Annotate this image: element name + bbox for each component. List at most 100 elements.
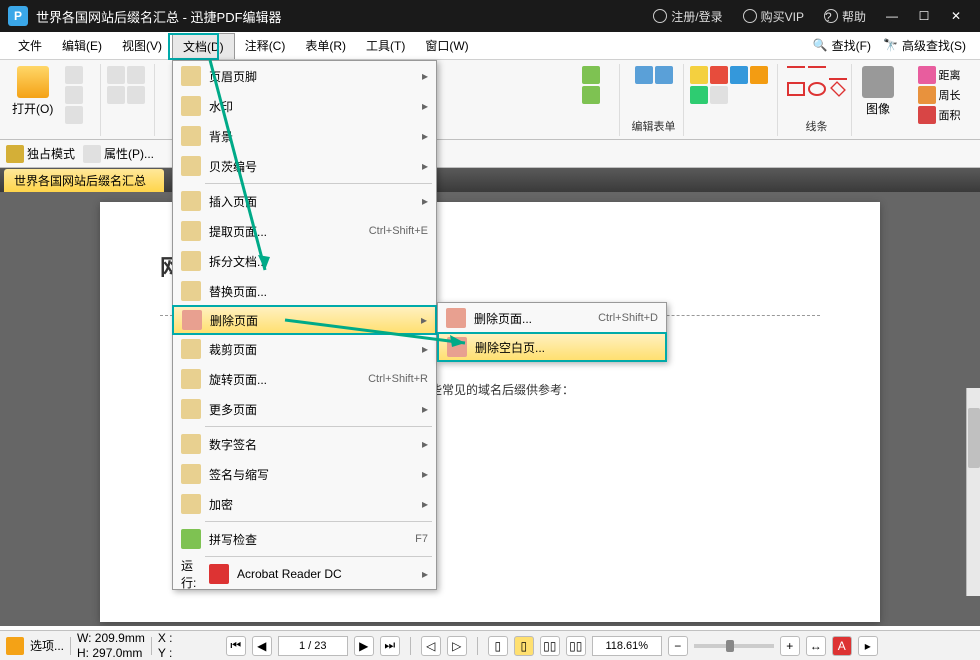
distance-icon[interactable] <box>918 66 936 84</box>
menu-separator <box>205 426 432 427</box>
menu-extract-page[interactable]: 提取页面...Ctrl+Shift+E <box>173 216 436 246</box>
menu-tool[interactable]: 工具(T) <box>356 33 415 58</box>
signature-icon <box>181 434 201 454</box>
cursor-x: X : <box>158 631 173 645</box>
fit-width-button[interactable]: ↔ <box>806 636 826 656</box>
menu-watermark[interactable]: 水印▸ <box>173 91 436 121</box>
zoom-out-icon[interactable] <box>582 86 600 104</box>
properties-button[interactable]: 属性(P)... <box>83 145 154 163</box>
menu-insert-page[interactable]: 插入页面▸ <box>173 186 436 216</box>
two-continuous-view[interactable]: ▯▯ <box>566 636 586 656</box>
zoom-in-icon[interactable] <box>582 66 600 84</box>
page-input[interactable] <box>278 636 348 656</box>
register-login-button[interactable]: 注册/登录 <box>643 0 732 32</box>
menu-digital-signature[interactable]: 数字签名▸ <box>173 429 436 459</box>
undo-icon[interactable] <box>107 66 125 84</box>
print-icon[interactable] <box>65 86 83 104</box>
first-page-button[interactable]: ⏮ <box>226 636 246 656</box>
zoom-out-button[interactable]: − <box>668 636 688 656</box>
image-edit-icon[interactable] <box>655 66 673 84</box>
callout-icon[interactable] <box>710 86 728 104</box>
prev-page-button[interactable]: ◀ <box>252 636 272 656</box>
rect-shape[interactable] <box>787 82 805 96</box>
textbox-icon[interactable] <box>690 86 708 104</box>
zoom-in-button[interactable]: + <box>780 636 800 656</box>
options-icon[interactable] <box>6 637 24 655</box>
two-page-view[interactable]: ▯▯ <box>540 636 560 656</box>
toolbar: 打开(O) 编辑表单 线条 图像 距离 <box>0 60 980 140</box>
area-icon[interactable] <box>918 106 936 124</box>
menu-bates[interactable]: 贝茨编号▸ <box>173 151 436 181</box>
email-icon[interactable] <box>65 106 83 124</box>
menu-crop-page[interactable]: 裁剪页面▸ <box>173 334 436 364</box>
menu-sign-abbrev[interactable]: 签名与缩写▸ <box>173 459 436 489</box>
menu-encrypt[interactable]: 加密▸ <box>173 489 436 519</box>
single-page-view[interactable]: ▯ <box>488 636 508 656</box>
submenu-delete-blank[interactable]: 删除空白页... <box>437 332 667 362</box>
menu-edit[interactable]: 编辑(E) <box>52 33 112 58</box>
nav-back-button[interactable]: ◁ <box>421 636 441 656</box>
toggle-button[interactable]: ▸ <box>858 636 878 656</box>
redo-icon[interactable] <box>127 66 145 84</box>
exclusive-mode-button[interactable]: 独占模式 <box>6 145 75 163</box>
buy-vip-button[interactable]: 购买VIP <box>733 0 814 32</box>
open-button[interactable]: 打开(O) <box>6 64 59 119</box>
line-shape[interactable] <box>787 66 805 80</box>
zoom-slider[interactable] <box>694 644 774 648</box>
close-button[interactable]: ✕ <box>940 0 972 32</box>
menu-background[interactable]: 背景▸ <box>173 121 436 151</box>
menu-window[interactable]: 窗口(W) <box>415 33 478 58</box>
image-button[interactable]: 图像 <box>856 64 900 119</box>
circle-shape[interactable] <box>808 82 826 96</box>
submenu-arrow-icon: ▸ <box>422 402 428 416</box>
polygon-shape[interactable] <box>830 81 846 97</box>
menu-file[interactable]: 文件 <box>8 33 52 58</box>
menu-form[interactable]: 表单(R) <box>295 33 356 58</box>
menu-rotate-page[interactable]: 旋转页面...Ctrl+Shift+R <box>173 364 436 394</box>
scrollbar-thumb[interactable] <box>968 408 980 468</box>
maximize-button[interactable]: ☐ <box>908 0 940 32</box>
minimize-button[interactable]: — <box>876 0 908 32</box>
menu-spellcheck[interactable]: 拼写检查F7 <box>173 524 436 554</box>
find-icon: 🔍 <box>813 38 829 54</box>
menu-comment[interactable]: 注释(C) <box>235 33 296 58</box>
next-page-button[interactable]: ▶ <box>354 636 374 656</box>
advanced-find-button[interactable]: 🔭高级查找(S) <box>877 35 972 56</box>
options-button[interactable]: 选项... <box>30 637 64 654</box>
menu-view[interactable]: 视图(V) <box>112 33 172 58</box>
perimeter-icon[interactable] <box>918 86 936 104</box>
save-icon[interactable] <box>65 66 83 84</box>
cut-icon[interactable] <box>107 86 125 104</box>
copy-icon[interactable] <box>127 86 145 104</box>
submenu-arrow-icon: ▸ <box>422 467 428 481</box>
strikeout-icon[interactable] <box>710 66 728 84</box>
arrow-shape[interactable] <box>808 66 826 80</box>
menu-run-acrobat[interactable]: 运行:Acrobat Reader DC▸ <box>173 559 436 589</box>
underline-icon[interactable] <box>730 66 748 84</box>
zoom-input[interactable] <box>592 636 662 656</box>
polyline-shape[interactable] <box>829 66 847 80</box>
highlight-icon[interactable] <box>690 66 708 84</box>
submenu-delete-page[interactable]: 删除页面...Ctrl+Shift+D <box>438 303 666 333</box>
menu-delete-page[interactable]: 删除页面▸ <box>172 305 437 335</box>
continuous-view[interactable]: ▯ <box>514 636 534 656</box>
nav-forward-button[interactable]: ▷ <box>447 636 467 656</box>
text-edit-icon[interactable] <box>635 66 653 84</box>
find-button[interactable]: 🔍查找(F) <box>807 35 877 56</box>
fit-page-button[interactable]: A <box>832 636 852 656</box>
note-icon[interactable] <box>750 66 768 84</box>
vertical-scrollbar[interactable] <box>966 388 980 596</box>
person-icon <box>862 66 894 98</box>
menu-replace-page[interactable]: 替换页面... <box>173 276 436 306</box>
menu-more-pages[interactable]: 更多页面▸ <box>173 394 436 424</box>
menu-split-document[interactable]: 拆分文档... <box>173 246 436 276</box>
folder-icon <box>17 66 49 98</box>
help-button[interactable]: ?帮助 <box>814 0 876 32</box>
cursor-y: Y : <box>158 646 173 660</box>
document-tab[interactable]: 世界各国网站后缀名汇总 <box>4 169 164 192</box>
extract-page-icon <box>181 221 201 241</box>
submenu-arrow-icon: ▸ <box>422 194 428 208</box>
statusbar: 选项... W: 209.9mmH: 297.0mm X :Y : ⏮ ◀ ▶ … <box>0 630 980 660</box>
menu-header-footer[interactable]: 页眉页脚▸ <box>173 61 436 91</box>
last-page-button[interactable]: ⏭ <box>380 636 400 656</box>
